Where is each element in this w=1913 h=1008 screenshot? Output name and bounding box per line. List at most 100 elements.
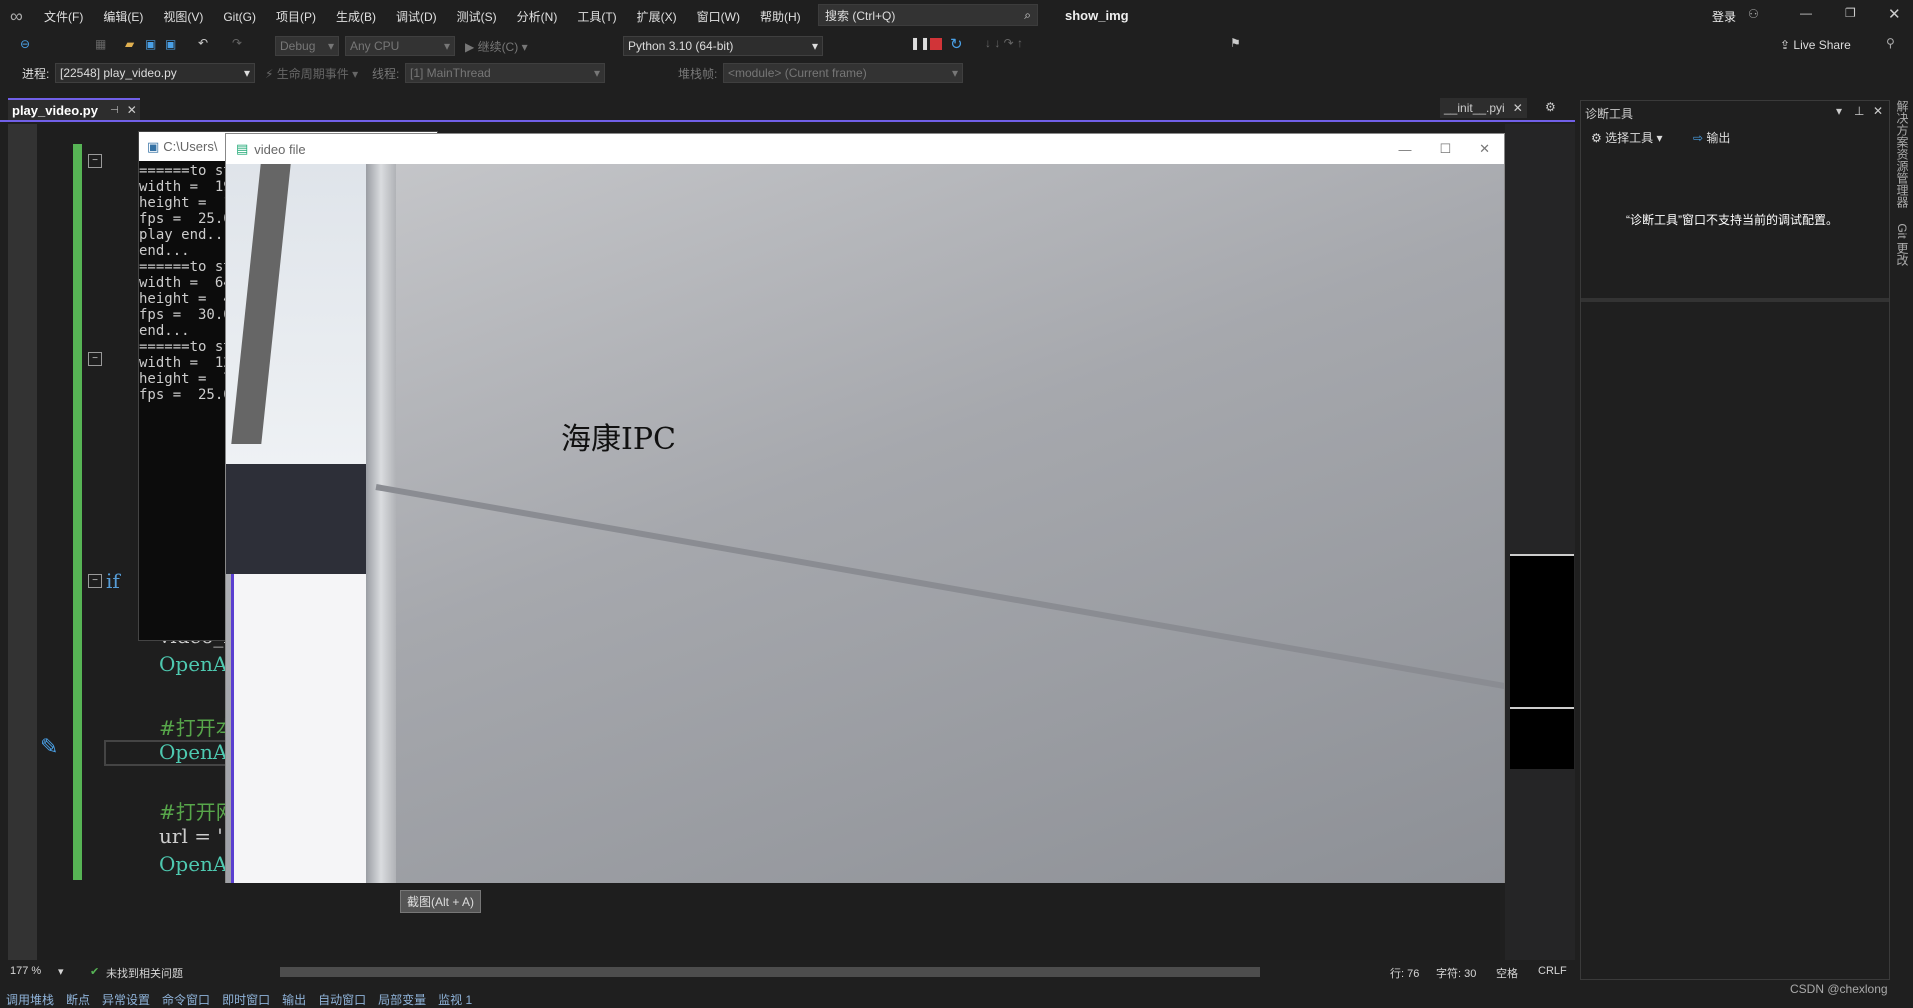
tab-call-stack[interactable]: 调用堆栈 [6, 991, 54, 1008]
tab-init-pyi[interactable]: __init__.pyi ✕ [1440, 98, 1527, 118]
tab-locals[interactable]: 局部变量 [378, 991, 426, 1008]
lifecycle-events[interactable]: ⚡ 生命周期事件 ▾ [265, 65, 358, 82]
new-project-icon[interactable]: ▦ [95, 37, 106, 51]
video-frame: 海康IPC [226, 164, 1504, 883]
feedback-icon[interactable]: ⚲ [1886, 36, 1895, 50]
settings-gear-icon[interactable]: ⚙ [1545, 100, 1556, 114]
pause-icon[interactable]: ❚❚ [910, 36, 930, 50]
step-icons[interactable]: ↓ ↓ ↷ ↑ [985, 36, 1023, 50]
platform-select[interactable]: Any CPU ▾ [345, 36, 455, 56]
panel-splitter[interactable] [1581, 298, 1889, 302]
tab-git-changes[interactable]: Git 更改 [1895, 223, 1909, 266]
restart-icon[interactable]: ↻ [950, 35, 963, 53]
interpreter-select[interactable]: Python 3.10 (64-bit) ▾ [623, 36, 823, 56]
close-icon[interactable]: ✕ [1479, 141, 1490, 157]
bookmark-icon[interactable]: ⚑ [1230, 36, 1241, 50]
minimize-icon[interactable]: — [1800, 6, 1812, 20]
tab-accent-line [0, 120, 1575, 122]
minimap-viewport[interactable] [1510, 554, 1574, 709]
tab-watch-1[interactable]: 监视 1 [438, 991, 472, 1008]
line-ending[interactable]: CRLF [1538, 965, 1567, 977]
menu-tools[interactable]: 工具(T) [577, 8, 616, 25]
menu-git[interactable]: Git(G) [223, 10, 256, 24]
zoom-dropdown-icon[interactable]: ▾ [58, 965, 64, 978]
open-icon[interactable]: ▰ [125, 37, 134, 51]
collapse-icon[interactable]: − [88, 574, 102, 588]
horizontal-scrollbar[interactable] [280, 967, 1260, 977]
menu-project[interactable]: 项目(P) [276, 8, 316, 25]
stack-frame-select[interactable]: <module> (Current frame) ▾ [723, 63, 963, 83]
diagnostic-tools-panel: 诊断工具 ▾ ⊥ ✕ ⚙ 选择工具 ▾ ⇨ 输出 “诊断工具”窗口不支持当前的调… [1580, 100, 1890, 980]
redo-icon[interactable]: ↷ [232, 36, 242, 50]
tab-autos[interactable]: 自动窗口 [318, 991, 366, 1008]
account-icon[interactable]: ⚇ [1748, 7, 1759, 21]
restore-icon[interactable]: ❐ [1845, 6, 1856, 20]
tab-immediate-window[interactable]: 即时窗口 [222, 991, 270, 1008]
save-icon[interactable]: ▣ [145, 37, 156, 51]
back-icon[interactable]: ⊖ [20, 37, 30, 51]
watermark: CSDN @chexlong [1790, 982, 1888, 996]
tab-close-icon[interactable]: ✕ [1513, 101, 1523, 115]
tab-breakpoints[interactable]: 断点 [66, 991, 90, 1008]
indent-mode[interactable]: 空格 [1496, 965, 1518, 981]
collapse-icon[interactable]: − [88, 352, 102, 366]
tab-output[interactable]: 输出 [282, 991, 306, 1008]
tab-exception-settings[interactable]: 异常设置 [102, 991, 150, 1008]
menu-analyze[interactable]: 分析(N) [517, 8, 558, 25]
config-select[interactable]: Debug ▾ [275, 36, 339, 56]
menu-extensions[interactable]: 扩展(X) [637, 8, 677, 25]
menu-window[interactable]: 窗口(W) [697, 8, 740, 25]
maximize-icon[interactable]: ☐ [1439, 141, 1451, 157]
panel-menu-icon[interactable]: ▾ [1836, 104, 1842, 118]
panel-title: 诊断工具 [1585, 107, 1634, 121]
select-tools-button[interactable]: ⚙ 选择工具 ▾ [1591, 129, 1662, 146]
panel-close-icon[interactable]: ✕ [1873, 104, 1883, 118]
issues-status[interactable]: 未找到相关问题 [106, 965, 183, 981]
stop-icon[interactable] [930, 38, 942, 50]
minimize-icon[interactable]: — [1398, 142, 1411, 157]
collapse-icon[interactable]: − [88, 154, 102, 168]
menu-help[interactable]: 帮助(H) [760, 8, 801, 25]
stack-label: 堆栈帧: [678, 67, 718, 81]
editor-status-bar: 177 % ▾ ✔ 未找到相关问题 行: 76 字符: 30 空格 CRLF [8, 962, 1575, 982]
video-titlebar[interactable]: ▤ video file — ☐ ✕ [226, 134, 1504, 164]
change-indicator [73, 144, 82, 880]
menu-build[interactable]: 生成(B) [336, 8, 376, 25]
tab-play-video[interactable]: play_video.py ⊣ ✕ [8, 98, 140, 120]
search-input[interactable]: 搜索 (Ctrl+Q) ⌕ [818, 4, 1038, 26]
menu-debug[interactable]: 调试(D) [396, 8, 437, 25]
screwdriver-icon[interactable]: ✎ [40, 734, 58, 760]
thread-label: 线程: [372, 67, 400, 81]
undo-icon[interactable]: ↶ [198, 36, 208, 50]
lifecycle-label: 生命周期事件 [276, 67, 349, 81]
tab-solution-explorer[interactable]: 解决方案资源管理器 [1895, 100, 1909, 208]
menu-edit[interactable]: 编辑(E) [103, 8, 143, 25]
process-select[interactable]: [22548] play_video.py ▾ [55, 63, 255, 83]
output-button[interactable]: ⇨ 输出 [1693, 129, 1730, 146]
thread-select[interactable]: [1] MainThread ▾ [405, 63, 605, 83]
save-all-icon[interactable]: ▣ [165, 37, 176, 51]
pin-icon[interactable]: ⊥ [1854, 104, 1864, 118]
pin-icon[interactable]: ⊣ [110, 105, 119, 116]
debug-location-toolbar: 进程: [22548] play_video.py ▾ ⚡ 生命周期事件 ▾ 线程… [0, 60, 1913, 86]
tab-command-window[interactable]: 命令窗口 [162, 991, 210, 1008]
video-window[interactable]: ▤ video file — ☐ ✕ 海康IPC [225, 133, 1505, 883]
signin-link[interactable]: 登录 [1712, 8, 1736, 25]
line-number: 行: 76 [1390, 968, 1420, 980]
continue-button[interactable]: ▶ 继续(C) ▾ [465, 38, 528, 55]
zoom-level[interactable]: 177 % [10, 965, 41, 977]
menu-view[interactable]: 视图(V) [163, 8, 203, 25]
search-icon: ⌕ [1024, 7, 1031, 22]
tab-close-icon[interactable]: ✕ [127, 103, 137, 117]
process-label: 进程: [22, 67, 50, 81]
minimap[interactable] [1505, 124, 1575, 960]
search-placeholder: 搜索 (Ctrl+Q) [825, 8, 896, 23]
live-share-button[interactable]: ⇪ Live Share [1780, 38, 1851, 52]
menu-bar: 文件(F) 编辑(E) 视图(V) Git(G) 项目(P) 生成(B) 调试(… [44, 8, 821, 25]
screenshot-tooltip: 截图(Alt + A) [400, 890, 482, 913]
char-number: 字符: 30 [1436, 968, 1477, 980]
menu-file[interactable]: 文件(F) [44, 8, 83, 25]
close-icon[interactable]: ✕ [1888, 5, 1901, 23]
select-tools-label: 选择工具 [1605, 131, 1654, 145]
menu-test[interactable]: 测试(S) [457, 8, 497, 25]
